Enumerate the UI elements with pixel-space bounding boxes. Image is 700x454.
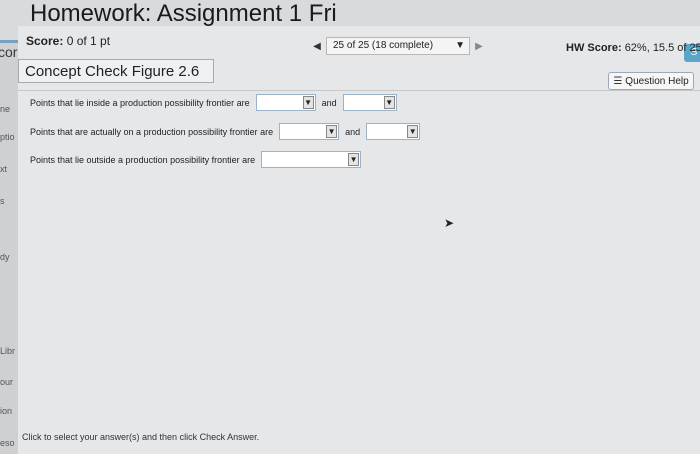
- list-icon: ☰: [613, 75, 623, 87]
- sidebar-item-text[interactable]: xt: [0, 164, 7, 174]
- sidebar-item-your[interactable]: our: [0, 377, 13, 387]
- answer-dropdown-inside-1[interactable]: ▼: [255, 94, 316, 111]
- question-score: Score: 0 of 1 pt: [26, 34, 110, 48]
- sidebar-accent-bar: [0, 40, 18, 43]
- question-progress: 25 of 25 (18 complete): [333, 40, 434, 51]
- answer-dropdown-on-2[interactable]: ▼: [366, 123, 421, 140]
- sidebar-item-course[interactable]: cor: [0, 44, 17, 60]
- sidebar-item-home[interactable]: ne: [0, 104, 10, 114]
- hw-score-value: 62%, 15.5 of 25: [624, 42, 700, 54]
- dropdown-arrow-icon: ▼: [326, 125, 338, 138]
- score-value: 0 of 1 pt: [66, 34, 111, 48]
- answer-dropdown-inside-2[interactable]: ▼: [342, 94, 397, 111]
- dropdown-arrow-icon: ▼: [407, 125, 419, 138]
- question-help-label: Question Help: [625, 75, 689, 87]
- footer-instruction: Click to select your answer(s) and then …: [22, 432, 260, 442]
- sidebar: cor ne ptio xt s dy Libr our ion eso: [0, 40, 18, 454]
- mouse-cursor-icon: ➤: [444, 216, 455, 230]
- sidebar-item-ion[interactable]: ion: [0, 406, 12, 416]
- score-label: Score:: [26, 34, 64, 48]
- answer-dropdown-on-1[interactable]: ▼: [279, 123, 340, 140]
- chevron-down-icon: ▼: [455, 40, 465, 51]
- prompt-on: Points that are actually on a production…: [30, 126, 274, 137]
- sidebar-item-library[interactable]: Libr: [0, 346, 15, 356]
- sidebar-item-resources[interactable]: eso: [0, 438, 15, 448]
- question-line-outside: Points that lie outside a production pos…: [30, 151, 362, 168]
- chevron-right-icon: ▶: [475, 40, 483, 52]
- hw-score: HW Score: 62%, 15.5 of 25: [566, 42, 700, 54]
- hw-score-label: HW Score:: [566, 42, 622, 54]
- question-line-on: Points that are actually on a production…: [30, 123, 421, 140]
- sidebar-item-s[interactable]: s: [0, 196, 5, 206]
- conjunction-and: and: [321, 97, 337, 108]
- question-help-button[interactable]: ☰ Question Help: [608, 72, 694, 90]
- question-select[interactable]: 25 of 25 (18 complete) ▼: [326, 37, 470, 55]
- dropdown-arrow-icon: ▼: [383, 96, 395, 109]
- question-title: Concept Check Figure 2.6: [18, 59, 214, 83]
- prompt-inside: Points that lie inside a production poss…: [30, 97, 250, 108]
- next-question-button[interactable]: ▶: [470, 37, 488, 55]
- dropdown-arrow-icon: ▼: [302, 96, 314, 109]
- prev-question-button[interactable]: ◀: [308, 37, 326, 55]
- chevron-left-icon: ◀: [313, 40, 321, 52]
- answer-dropdown-outside[interactable]: ▼: [261, 151, 362, 168]
- assignment-title: Homework: Assignment 1 Fri: [30, 0, 337, 27]
- sidebar-item-study[interactable]: dy: [0, 252, 10, 262]
- conjunction-and: and: [345, 126, 361, 137]
- divider: [18, 90, 700, 91]
- question-panel: S Score: 0 of 1 pt ◀ 25 of 25 (18 comple…: [18, 26, 700, 454]
- dropdown-arrow-icon: ▼: [348, 153, 360, 166]
- question-line-inside: Points that lie inside a production poss…: [30, 94, 397, 111]
- sidebar-item-options[interactable]: ptio: [0, 132, 15, 142]
- prompt-outside: Points that lie outside a production pos…: [30, 154, 256, 165]
- question-navigator: ◀ 25 of 25 (18 complete) ▼ ▶: [308, 36, 488, 56]
